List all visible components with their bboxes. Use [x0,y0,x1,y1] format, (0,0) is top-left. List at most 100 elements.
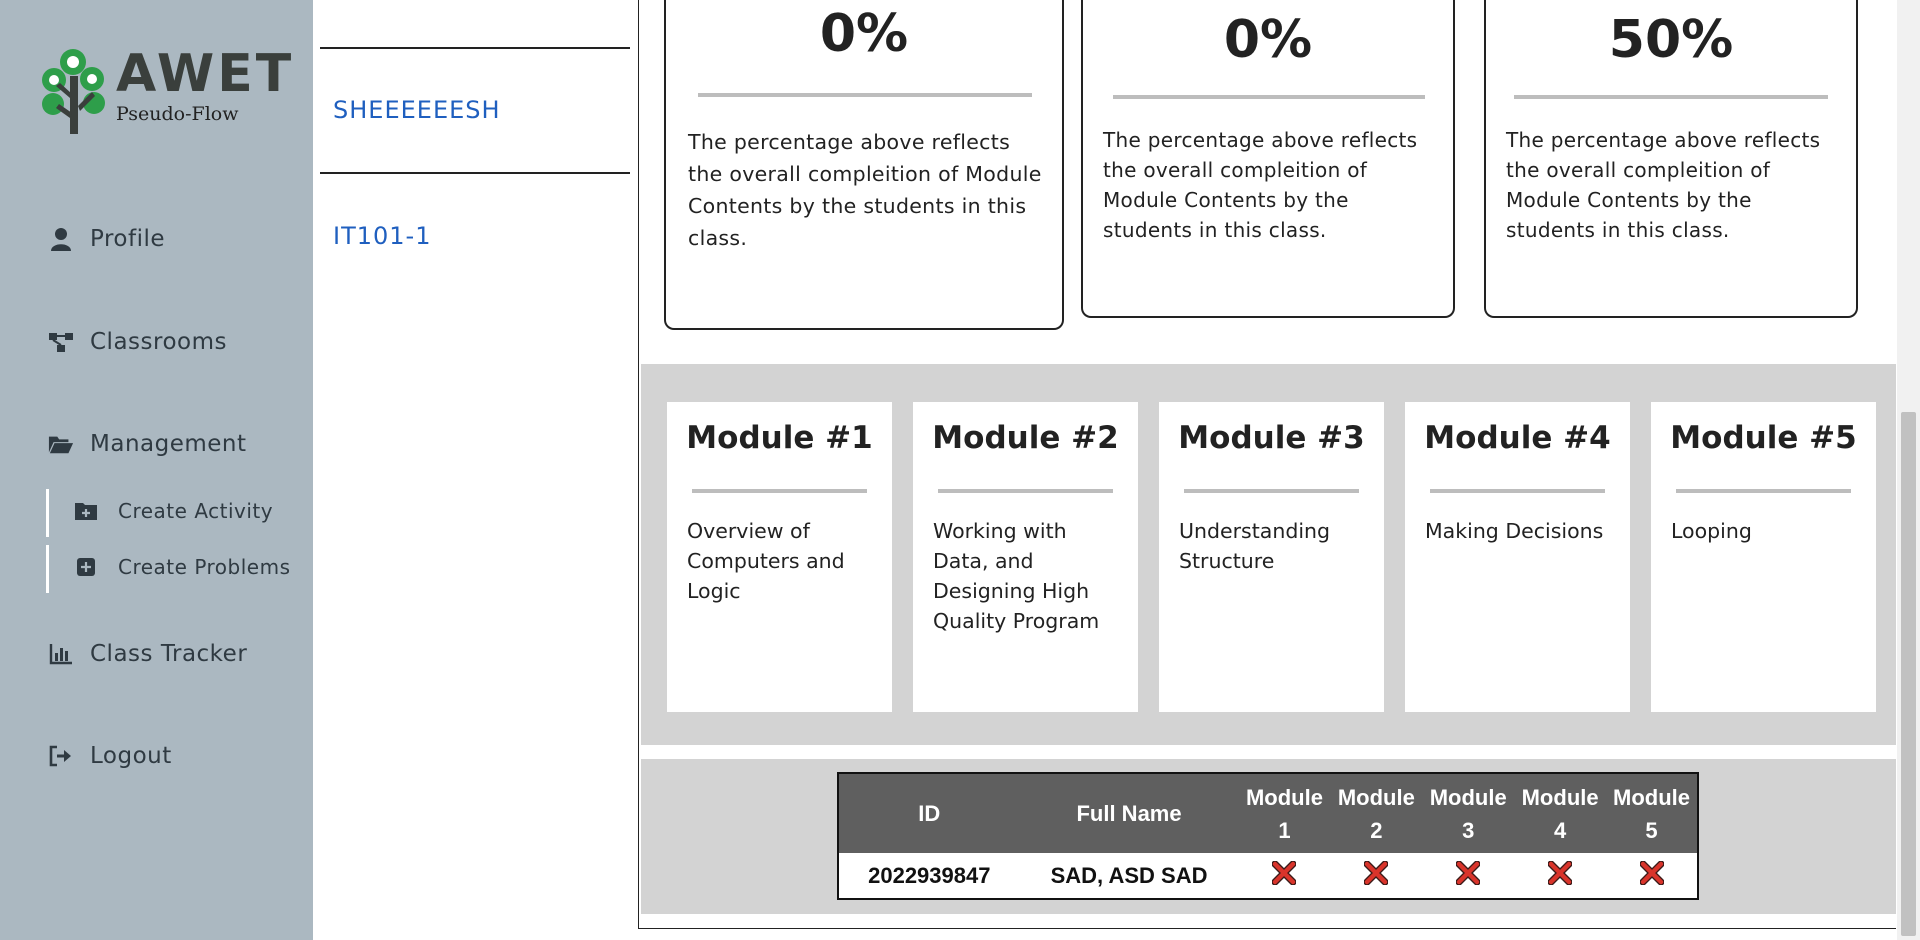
nav-class-tracker-label: Class Tracker [90,641,248,667]
column-header-module: Module 2 [1330,773,1423,853]
card-divider [938,489,1113,493]
completion-card: 50% The percentage above reflects the ov… [1484,0,1858,318]
header-line: 4 [1553,817,1567,843]
module-status-cell [1606,853,1698,899]
modules-section: Module #1 Overview of Computers and Logi… [641,364,1896,745]
module-title: Module #2 [932,420,1119,456]
divider [320,47,630,49]
nav-create-activity-label: Create Activity [118,499,274,523]
class-tracker-panel: 0% The percentage above reflects the ove… [638,0,1896,929]
card-divider [1514,95,1828,99]
card-divider [1184,489,1359,493]
module-title: Module #1 [686,420,873,456]
module-card[interactable]: Module #2 Working with Data, and Designi… [913,402,1138,712]
module-description: Overview of Computers and Logic [687,519,845,603]
vertical-scrollbar[interactable] [1897,0,1920,940]
module-title: Module #4 [1424,420,1611,456]
student-tracker-table: ID Full Name Module 1 Module 2 Module 3 Mod… [837,772,1699,900]
column-header-module: Module 3 [1422,773,1515,853]
brand-name: AWET [116,44,295,104]
header-line: Module [1613,784,1691,810]
network-icon [48,329,74,355]
completion-percent: 50% [1608,10,1734,70]
x-mark-icon [1271,860,1297,885]
class-link[interactable]: IT101-1 [333,222,431,250]
completion-percent: 0% [819,4,909,64]
completion-description: The percentage above reflects the overal… [688,130,1042,250]
nav-profile[interactable]: Profile [48,219,165,259]
card-divider [1676,489,1851,493]
logout-icon [48,743,74,769]
nav-classrooms[interactable]: Classrooms [48,322,227,362]
tree-logo-icon [42,49,105,134]
module-description: Working with Data, and Designing High Qu… [933,519,1100,633]
completion-description: The percentage above reflects the overal… [1103,128,1418,242]
module-status-cell [1239,853,1331,899]
x-mark-icon [1547,860,1573,885]
nav-class-tracker[interactable]: Class Tracker [48,634,247,674]
card-divider [692,489,867,493]
module-status-cell [1514,853,1606,899]
class-list: SHEEEEEESH IT101-1 [313,0,630,940]
nav-management-label: Management [90,431,247,457]
class-link[interactable]: SHEEEEEESH [333,96,501,124]
header-line: Module [1245,784,1323,810]
nav-create-problems-label: Create Problems [118,555,291,579]
bar-chart-icon [48,641,74,667]
sidebar: AWET Pseudo-Flow Profile Classrooms Mana… [0,0,313,940]
nav-profile-label: Profile [90,226,166,252]
scrollbar-thumb[interactable] [1901,412,1916,936]
column-header-module: Module 1 [1238,773,1331,853]
column-header-id: ID [838,773,1020,853]
nav-create-activity[interactable]: Create Activity [74,493,273,529]
card-divider [1113,95,1425,99]
divider [320,172,630,174]
submenu-indicator [46,489,49,537]
header-line: Module [1429,784,1507,810]
header-line: 1 [1278,817,1291,843]
x-mark-icon [1363,860,1389,885]
column-header-module: Module 4 [1514,773,1607,853]
nav-classrooms-label: Classrooms [90,329,227,355]
module-title: Module #5 [1670,420,1857,456]
module-title: Module #3 [1178,420,1365,456]
card-divider [698,93,1032,97]
user-icon [48,226,74,252]
completion-description: The percentage above reflects the overal… [1506,128,1821,242]
nav-create-problems[interactable]: Create Problems [74,549,291,585]
brand-subtitle: Pseudo-Flow [116,103,239,125]
header-line: 5 [1645,817,1658,843]
module-card[interactable]: Module #3 Understanding Structure [1159,402,1384,712]
nav-management[interactable]: Management [48,424,247,464]
module-card[interactable]: Module #4 Making Decisions [1405,402,1630,712]
submenu-indicator [46,545,49,593]
module-description: Understanding Structure [1179,519,1331,573]
student-id: 2022939847 [868,862,991,888]
nav-logout[interactable]: Logout [48,736,172,776]
header-line: Module [1337,784,1415,810]
completion-percent: 0% [1223,10,1313,70]
module-status-cell [1330,853,1422,899]
folder-open-icon [48,431,74,457]
nav-logout-label: Logout [90,743,172,769]
module-description: Making Decisions [1425,519,1604,543]
x-mark-icon [1639,860,1665,885]
app-logo[interactable]: AWET Pseudo-Flow [40,44,291,136]
add-folder-icon [74,499,98,523]
header-line: 2 [1370,817,1383,843]
completion-card: 0% The percentage above reflects the ove… [664,0,1064,330]
student-name: SAD, ASD SAD [1050,862,1208,888]
module-status-cell [1422,853,1514,899]
x-mark-icon [1455,860,1481,885]
tracker-section: ID Full Name Module 1 Module 2 Module 3 Mod… [641,759,1896,914]
module-description: Looping [1671,519,1752,543]
completion-card: 0% The percentage above reflects the ove… [1081,0,1455,318]
table-header-row: ID Full Name Module 1 Module 2 Module 3 Mod… [838,773,1698,853]
column-header-name: Full Name [1019,773,1239,853]
module-card[interactable]: Module #1 Overview of Computers and Logi… [667,402,892,712]
table-row: 2022939847 SAD, ASD SAD [838,853,1698,899]
plus-square-icon [74,555,98,579]
header-line: 3 [1462,817,1475,843]
module-card[interactable]: Module #5 Looping [1651,402,1876,712]
card-divider [1430,489,1605,493]
